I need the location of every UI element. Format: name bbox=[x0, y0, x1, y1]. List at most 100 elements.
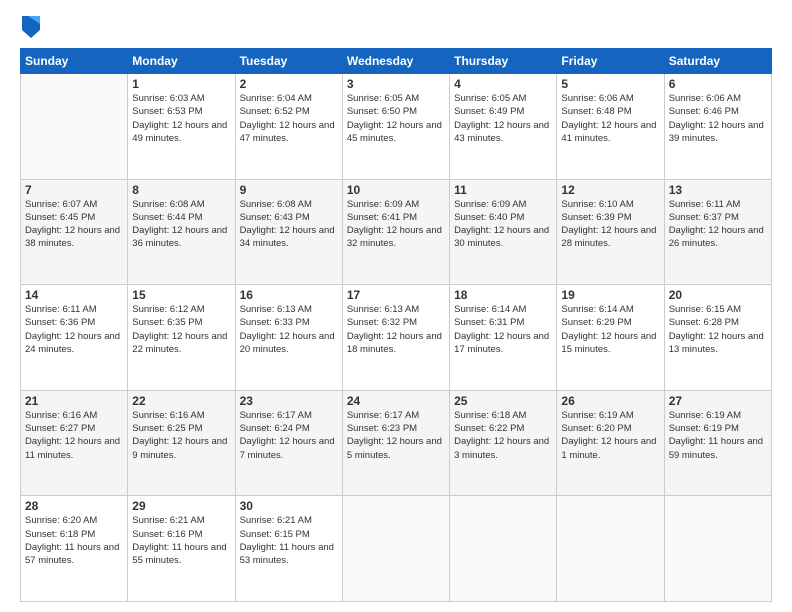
day-info: Sunrise: 6:05 AMSunset: 6:49 PMDaylight:… bbox=[454, 92, 552, 145]
day-number: 25 bbox=[454, 394, 552, 408]
day-number: 13 bbox=[669, 183, 767, 197]
day-number: 7 bbox=[25, 183, 123, 197]
day-info: Sunrise: 6:21 AMSunset: 6:15 PMDaylight:… bbox=[240, 514, 338, 567]
day-info: Sunrise: 6:16 AMSunset: 6:27 PMDaylight:… bbox=[25, 409, 123, 462]
day-info: Sunrise: 6:08 AMSunset: 6:43 PMDaylight:… bbox=[240, 198, 338, 251]
weekday-header-row: SundayMondayTuesdayWednesdayThursdayFrid… bbox=[21, 49, 772, 74]
calendar-cell: 21Sunrise: 6:16 AMSunset: 6:27 PMDayligh… bbox=[21, 390, 128, 496]
calendar-cell: 8Sunrise: 6:08 AMSunset: 6:44 PMDaylight… bbox=[128, 179, 235, 285]
header bbox=[20, 16, 772, 40]
day-info: Sunrise: 6:06 AMSunset: 6:46 PMDaylight:… bbox=[669, 92, 767, 145]
calendar-cell bbox=[342, 496, 449, 602]
day-number: 16 bbox=[240, 288, 338, 302]
weekday-header-wednesday: Wednesday bbox=[342, 49, 449, 74]
day-info: Sunrise: 6:03 AMSunset: 6:53 PMDaylight:… bbox=[132, 92, 230, 145]
day-info: Sunrise: 6:17 AMSunset: 6:23 PMDaylight:… bbox=[347, 409, 445, 462]
calendar-cell bbox=[21, 74, 128, 180]
logo-icon bbox=[22, 16, 40, 38]
calendar-week-row: 7Sunrise: 6:07 AMSunset: 6:45 PMDaylight… bbox=[21, 179, 772, 285]
day-info: Sunrise: 6:14 AMSunset: 6:31 PMDaylight:… bbox=[454, 303, 552, 356]
day-info: Sunrise: 6:10 AMSunset: 6:39 PMDaylight:… bbox=[561, 198, 659, 251]
day-info: Sunrise: 6:20 AMSunset: 6:18 PMDaylight:… bbox=[25, 514, 123, 567]
calendar-cell: 25Sunrise: 6:18 AMSunset: 6:22 PMDayligh… bbox=[450, 390, 557, 496]
day-number: 4 bbox=[454, 77, 552, 91]
weekday-header-monday: Monday bbox=[128, 49, 235, 74]
logo bbox=[20, 16, 40, 40]
calendar-table: SundayMondayTuesdayWednesdayThursdayFrid… bbox=[20, 48, 772, 602]
calendar-cell: 26Sunrise: 6:19 AMSunset: 6:20 PMDayligh… bbox=[557, 390, 664, 496]
day-info: Sunrise: 6:08 AMSunset: 6:44 PMDaylight:… bbox=[132, 198, 230, 251]
calendar-cell: 27Sunrise: 6:19 AMSunset: 6:19 PMDayligh… bbox=[664, 390, 771, 496]
day-info: Sunrise: 6:04 AMSunset: 6:52 PMDaylight:… bbox=[240, 92, 338, 145]
calendar-cell: 20Sunrise: 6:15 AMSunset: 6:28 PMDayligh… bbox=[664, 285, 771, 391]
day-info: Sunrise: 6:05 AMSunset: 6:50 PMDaylight:… bbox=[347, 92, 445, 145]
calendar-cell: 28Sunrise: 6:20 AMSunset: 6:18 PMDayligh… bbox=[21, 496, 128, 602]
calendar-cell: 11Sunrise: 6:09 AMSunset: 6:40 PMDayligh… bbox=[450, 179, 557, 285]
calendar-cell: 19Sunrise: 6:14 AMSunset: 6:29 PMDayligh… bbox=[557, 285, 664, 391]
day-number: 22 bbox=[132, 394, 230, 408]
day-info: Sunrise: 6:15 AMSunset: 6:28 PMDaylight:… bbox=[669, 303, 767, 356]
day-info: Sunrise: 6:19 AMSunset: 6:20 PMDaylight:… bbox=[561, 409, 659, 462]
day-number: 15 bbox=[132, 288, 230, 302]
weekday-header-tuesday: Tuesday bbox=[235, 49, 342, 74]
day-info: Sunrise: 6:13 AMSunset: 6:32 PMDaylight:… bbox=[347, 303, 445, 356]
calendar-cell: 15Sunrise: 6:12 AMSunset: 6:35 PMDayligh… bbox=[128, 285, 235, 391]
calendar-cell: 29Sunrise: 6:21 AMSunset: 6:16 PMDayligh… bbox=[128, 496, 235, 602]
day-number: 5 bbox=[561, 77, 659, 91]
day-info: Sunrise: 6:09 AMSunset: 6:41 PMDaylight:… bbox=[347, 198, 445, 251]
calendar-cell: 24Sunrise: 6:17 AMSunset: 6:23 PMDayligh… bbox=[342, 390, 449, 496]
weekday-header-sunday: Sunday bbox=[21, 49, 128, 74]
calendar-cell: 1Sunrise: 6:03 AMSunset: 6:53 PMDaylight… bbox=[128, 74, 235, 180]
calendar-cell: 13Sunrise: 6:11 AMSunset: 6:37 PMDayligh… bbox=[664, 179, 771, 285]
calendar-cell: 6Sunrise: 6:06 AMSunset: 6:46 PMDaylight… bbox=[664, 74, 771, 180]
day-number: 24 bbox=[347, 394, 445, 408]
day-number: 11 bbox=[454, 183, 552, 197]
day-info: Sunrise: 6:17 AMSunset: 6:24 PMDaylight:… bbox=[240, 409, 338, 462]
calendar-cell: 9Sunrise: 6:08 AMSunset: 6:43 PMDaylight… bbox=[235, 179, 342, 285]
day-number: 23 bbox=[240, 394, 338, 408]
day-number: 9 bbox=[240, 183, 338, 197]
day-number: 10 bbox=[347, 183, 445, 197]
day-number: 30 bbox=[240, 499, 338, 513]
day-info: Sunrise: 6:13 AMSunset: 6:33 PMDaylight:… bbox=[240, 303, 338, 356]
calendar-cell: 22Sunrise: 6:16 AMSunset: 6:25 PMDayligh… bbox=[128, 390, 235, 496]
calendar-cell: 10Sunrise: 6:09 AMSunset: 6:41 PMDayligh… bbox=[342, 179, 449, 285]
weekday-header-saturday: Saturday bbox=[664, 49, 771, 74]
day-number: 8 bbox=[132, 183, 230, 197]
calendar-cell: 17Sunrise: 6:13 AMSunset: 6:32 PMDayligh… bbox=[342, 285, 449, 391]
calendar-cell: 12Sunrise: 6:10 AMSunset: 6:39 PMDayligh… bbox=[557, 179, 664, 285]
day-info: Sunrise: 6:12 AMSunset: 6:35 PMDaylight:… bbox=[132, 303, 230, 356]
day-info: Sunrise: 6:07 AMSunset: 6:45 PMDaylight:… bbox=[25, 198, 123, 251]
weekday-header-thursday: Thursday bbox=[450, 49, 557, 74]
day-number: 26 bbox=[561, 394, 659, 408]
calendar-cell bbox=[450, 496, 557, 602]
day-info: Sunrise: 6:14 AMSunset: 6:29 PMDaylight:… bbox=[561, 303, 659, 356]
day-number: 1 bbox=[132, 77, 230, 91]
day-number: 20 bbox=[669, 288, 767, 302]
calendar-cell bbox=[664, 496, 771, 602]
weekday-header-friday: Friday bbox=[557, 49, 664, 74]
calendar-week-row: 14Sunrise: 6:11 AMSunset: 6:36 PMDayligh… bbox=[21, 285, 772, 391]
day-number: 28 bbox=[25, 499, 123, 513]
calendar-week-row: 21Sunrise: 6:16 AMSunset: 6:27 PMDayligh… bbox=[21, 390, 772, 496]
day-number: 27 bbox=[669, 394, 767, 408]
calendar-cell: 18Sunrise: 6:14 AMSunset: 6:31 PMDayligh… bbox=[450, 285, 557, 391]
day-info: Sunrise: 6:11 AMSunset: 6:37 PMDaylight:… bbox=[669, 198, 767, 251]
day-number: 12 bbox=[561, 183, 659, 197]
calendar-cell: 30Sunrise: 6:21 AMSunset: 6:15 PMDayligh… bbox=[235, 496, 342, 602]
page: SundayMondayTuesdayWednesdayThursdayFrid… bbox=[0, 0, 792, 612]
calendar-cell: 16Sunrise: 6:13 AMSunset: 6:33 PMDayligh… bbox=[235, 285, 342, 391]
calendar-cell: 4Sunrise: 6:05 AMSunset: 6:49 PMDaylight… bbox=[450, 74, 557, 180]
calendar-cell: 2Sunrise: 6:04 AMSunset: 6:52 PMDaylight… bbox=[235, 74, 342, 180]
calendar-week-row: 1Sunrise: 6:03 AMSunset: 6:53 PMDaylight… bbox=[21, 74, 772, 180]
calendar-week-row: 28Sunrise: 6:20 AMSunset: 6:18 PMDayligh… bbox=[21, 496, 772, 602]
day-number: 21 bbox=[25, 394, 123, 408]
calendar-cell: 3Sunrise: 6:05 AMSunset: 6:50 PMDaylight… bbox=[342, 74, 449, 180]
day-number: 3 bbox=[347, 77, 445, 91]
day-info: Sunrise: 6:18 AMSunset: 6:22 PMDaylight:… bbox=[454, 409, 552, 462]
day-number: 2 bbox=[240, 77, 338, 91]
day-info: Sunrise: 6:21 AMSunset: 6:16 PMDaylight:… bbox=[132, 514, 230, 567]
calendar-cell: 14Sunrise: 6:11 AMSunset: 6:36 PMDayligh… bbox=[21, 285, 128, 391]
day-number: 19 bbox=[561, 288, 659, 302]
day-number: 6 bbox=[669, 77, 767, 91]
